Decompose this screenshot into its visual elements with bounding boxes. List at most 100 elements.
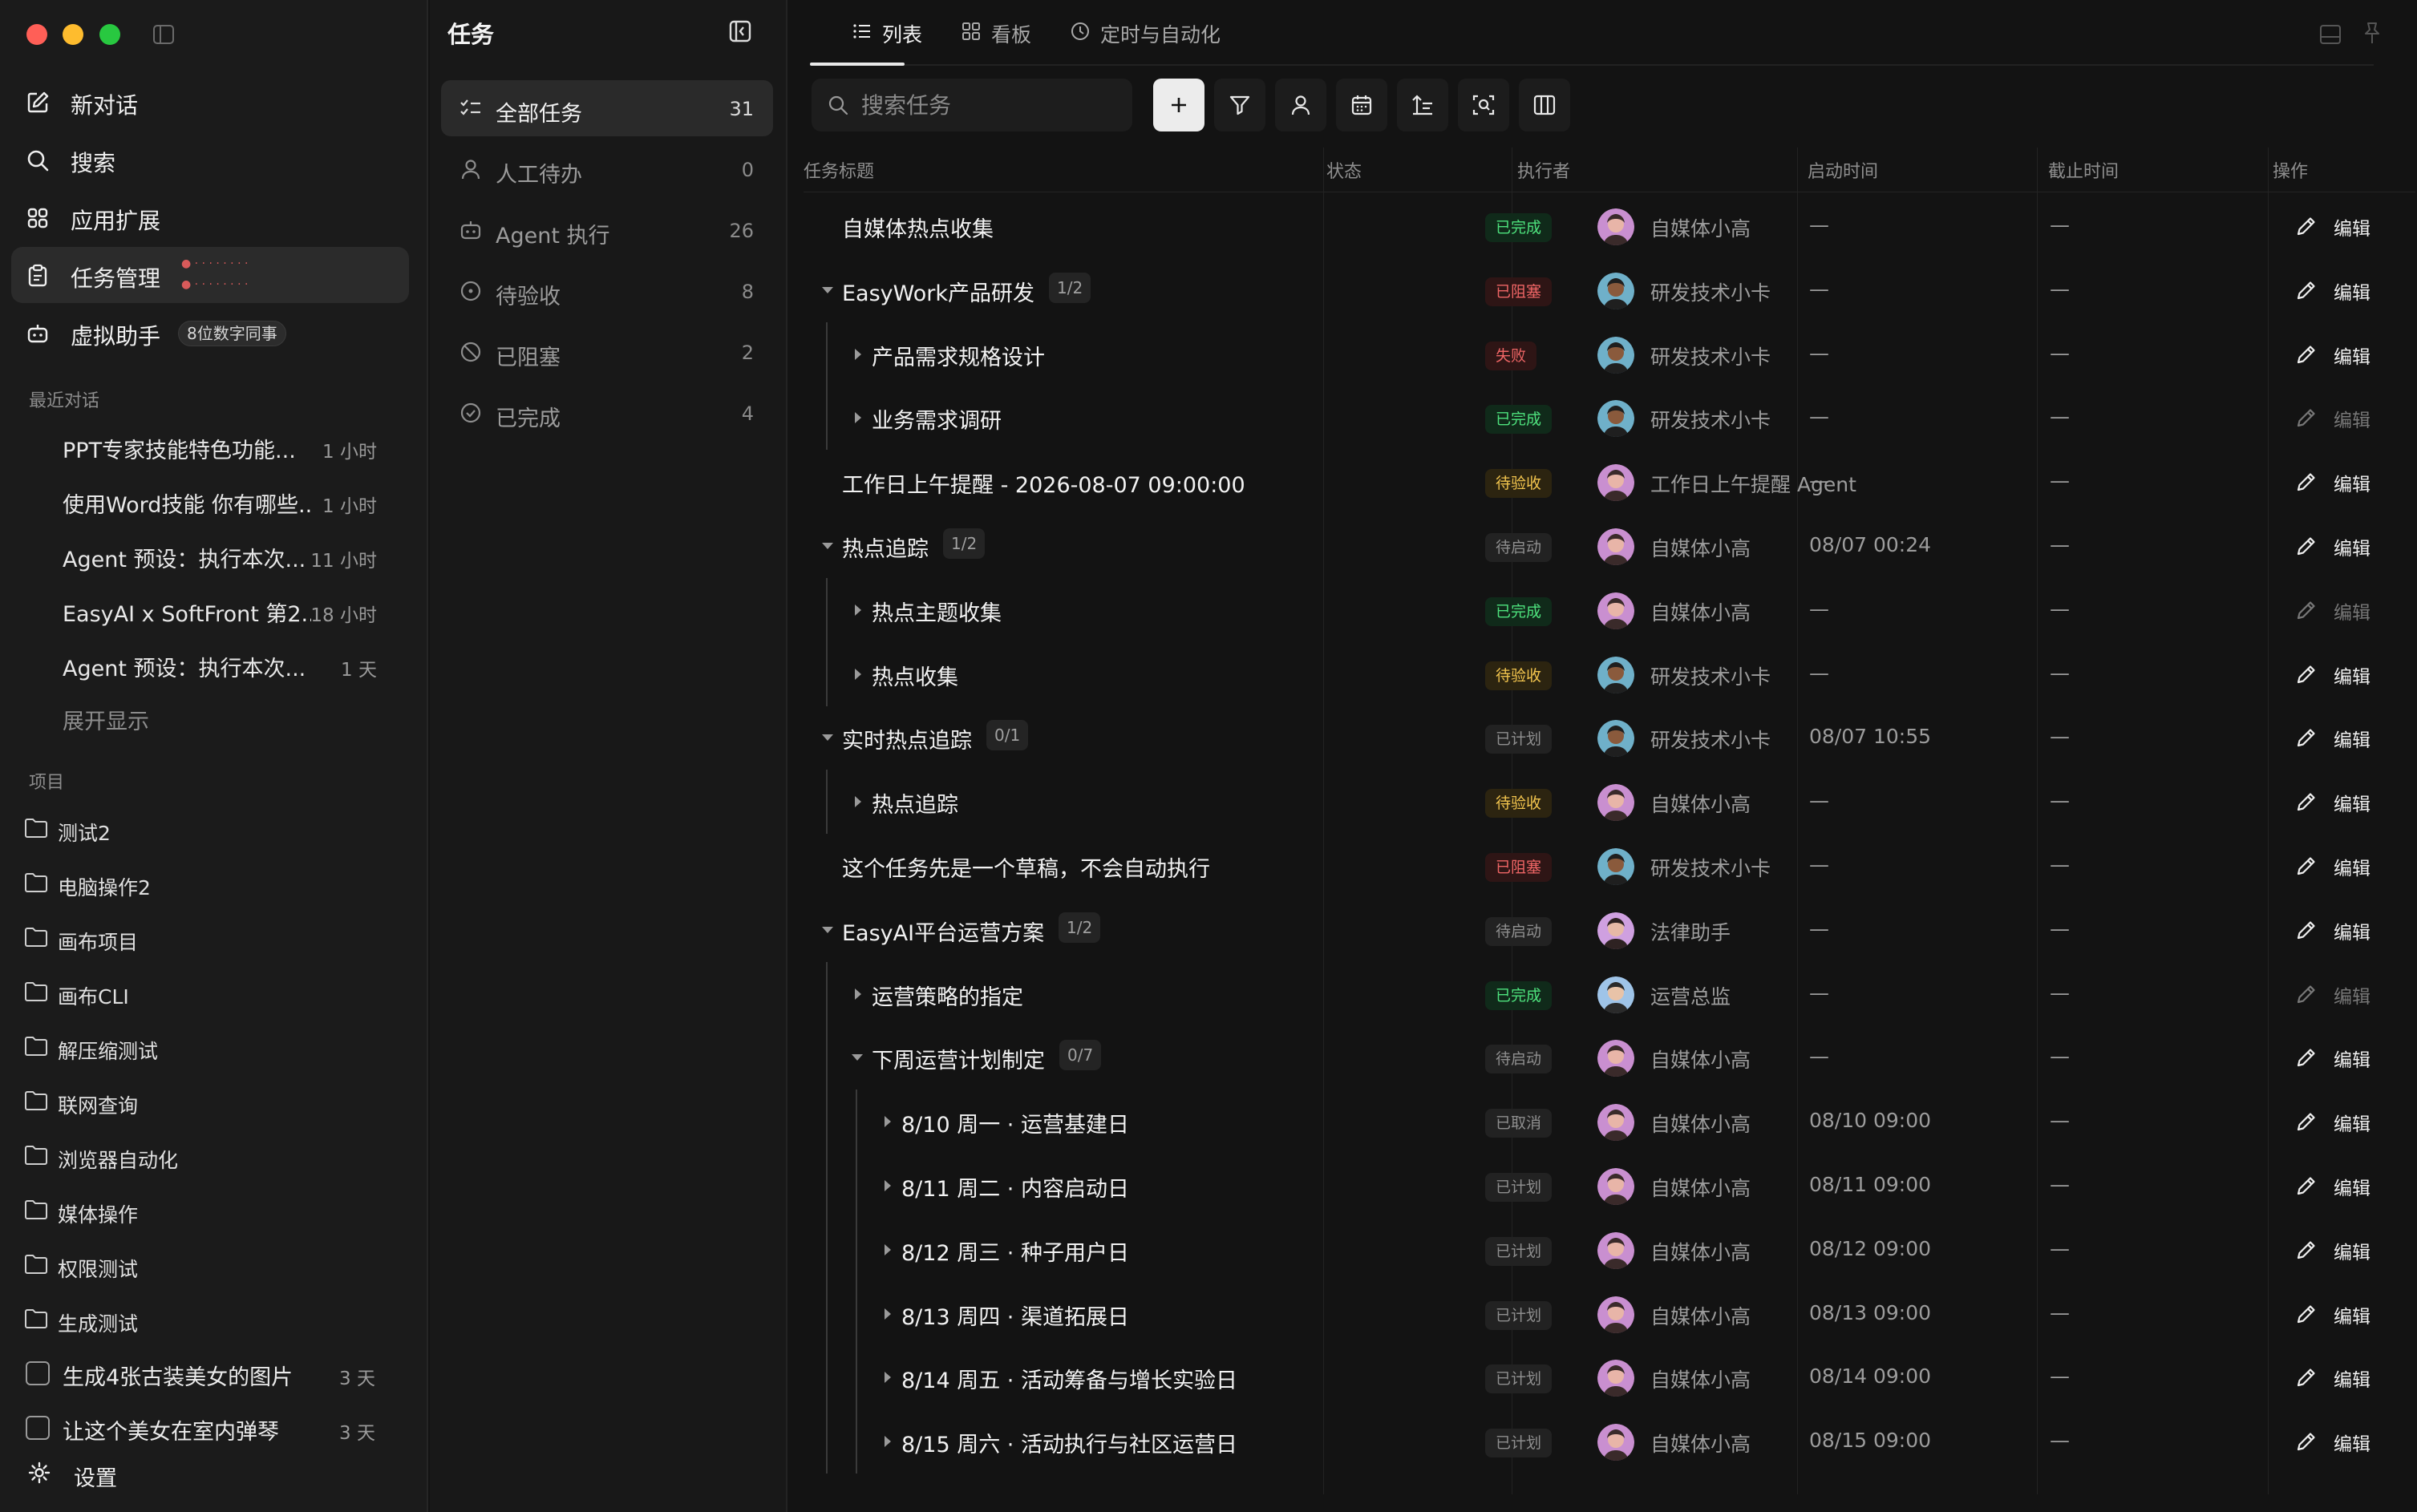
- task-title[interactable]: 热点收集: [872, 660, 958, 691]
- filter-button[interactable]: [1214, 79, 1265, 131]
- collapse-caret-icon[interactable]: [820, 730, 836, 746]
- task-title[interactable]: EasyAI平台运营方案: [842, 916, 1044, 947]
- filter-blocked[interactable]: 已阻塞 2: [441, 324, 773, 380]
- table-row[interactable]: 实时热点追踪 已计划 研发技术小卡 08/07 10:55 — 编辑 0/1: [804, 705, 2415, 770]
- project-item[interactable]: 联网查询: [22, 1081, 407, 1119]
- expand-caret-icon[interactable]: [849, 346, 865, 362]
- header-title[interactable]: 任务标题: [804, 157, 874, 183]
- task-title[interactable]: 下周运营计划制定: [872, 1043, 1045, 1074]
- expand-caret-icon[interactable]: [849, 986, 865, 1002]
- project-item[interactable]: 画布项目: [22, 917, 407, 956]
- sidebar-task-item[interactable]: 让这个美女在室内弹琴 3 天: [22, 1406, 375, 1446]
- filter-all-tasks[interactable]: 全部任务 31: [441, 80, 773, 136]
- nav-virtual-assistant[interactable]: 虚拟助手 8位数字同事: [11, 305, 409, 361]
- task-title[interactable]: 实时热点追踪: [842, 723, 972, 754]
- edit-button[interactable]: 编辑: [2294, 1106, 2398, 1138]
- edit-button[interactable]: 编辑: [2294, 850, 2398, 882]
- edit-button[interactable]: 编辑: [2294, 338, 2398, 370]
- edit-button[interactable]: 编辑: [2294, 1041, 2398, 1073]
- columns-button[interactable]: [1519, 79, 1570, 131]
- recent-chat-item[interactable]: Agent 预设：执行本次... 11 小时: [63, 534, 377, 574]
- project-item[interactable]: 生成测试: [22, 1299, 407, 1337]
- collapse-caret-icon[interactable]: [820, 282, 836, 298]
- edit-button[interactable]: 编辑: [2294, 1361, 2398, 1393]
- edit-button[interactable]: 编辑: [2294, 402, 2398, 434]
- nav-apps[interactable]: 应用扩展: [11, 189, 409, 245]
- task-title[interactable]: 8/11 周二 · 内容启动日: [901, 1171, 1129, 1203]
- expand-caret-icon[interactable]: [879, 1178, 895, 1194]
- header-start-time[interactable]: 启动时间: [1808, 157, 1878, 183]
- table-row[interactable]: 这个任务先是一个草稿，不会自动执行 已阻塞 研发技术小卡 — — 编辑: [804, 834, 2415, 898]
- task-title[interactable]: 8/10 周一 · 运营基建日: [901, 1107, 1129, 1138]
- task-title[interactable]: 业务需求调研: [872, 403, 1002, 435]
- task-title[interactable]: 8/14 周五 · 活动筹备与增长实验日: [901, 1363, 1237, 1394]
- recent-chat-item[interactable]: 使用Word技能 你有哪些... 1 小时: [63, 479, 377, 519]
- filter-manual-todo[interactable]: 人工待办 0: [441, 141, 773, 197]
- table-row[interactable]: 8/14 周五 · 活动筹备与增长实验日 已计划 自媒体小高 08/14 09:00 —…: [804, 1345, 2415, 1410]
- expand-caret-icon[interactable]: [879, 1114, 895, 1130]
- task-title[interactable]: 8/12 周三 · 种子用户日: [901, 1235, 1129, 1267]
- expand-caret-icon[interactable]: [849, 410, 865, 426]
- task-title[interactable]: 自媒体热点收集: [842, 212, 994, 243]
- nav-new-chat[interactable]: 新对话: [11, 74, 409, 130]
- table-row[interactable]: 下周运营计划制定 待启动 自媒体小高 — — 编辑 0/7: [804, 1025, 2415, 1090]
- tab-schedule-automation[interactable]: 定时与自动化: [1070, 18, 1230, 50]
- sidebar-task-item[interactable]: 生成4张古装美女的图片 3 天: [22, 1352, 375, 1392]
- close-window-button[interactable]: [26, 24, 47, 45]
- sidebar-toggle-icon[interactable]: [152, 24, 175, 45]
- task-title[interactable]: 产品需求规格设计: [872, 340, 1045, 371]
- edit-button[interactable]: 编辑: [2294, 1298, 2398, 1330]
- task-title[interactable]: 8/15 周六 · 活动执行与社区运营日: [901, 1427, 1237, 1458]
- task-title[interactable]: 8/13 周四 · 渠道拓展日: [901, 1300, 1129, 1331]
- task-title[interactable]: 热点追踪: [842, 532, 929, 563]
- project-item[interactable]: 画布CLI: [22, 972, 407, 1010]
- table-row[interactable]: 8/10 周一 · 运营基建日 已取消 自媒体小高 08/10 09:00 — 编辑: [804, 1090, 2415, 1154]
- filter-completed[interactable]: 已完成 4: [441, 385, 773, 441]
- collapse-panel-icon[interactable]: [728, 19, 752, 43]
- task-title[interactable]: EasyWork产品研发: [842, 276, 1034, 307]
- add-task-button[interactable]: [1153, 79, 1204, 131]
- tab-list[interactable]: 列表: [852, 18, 932, 50]
- table-row[interactable]: 工作日上午提醒 - 2026-08-07 09:00:00 待验收 工作日上午提醒 …: [804, 450, 2415, 514]
- project-item[interactable]: 解压缩测试: [22, 1026, 407, 1065]
- expand-recent-link[interactable]: 展开显示: [63, 704, 149, 735]
- project-item[interactable]: 浏览器自动化: [22, 1135, 407, 1174]
- recent-chat-item[interactable]: EasyAI x SoftFront 第2... 18 小时: [63, 588, 377, 629]
- edit-button[interactable]: 编辑: [2294, 1234, 2398, 1266]
- pin-icon[interactable]: [2361, 21, 2383, 45]
- recent-chat-item[interactable]: Agent 预设：执行本次... 1 天: [63, 643, 377, 683]
- nav-search[interactable]: 搜索: [11, 131, 409, 188]
- table-row[interactable]: 8/12 周三 · 种子用户日 已计划 自媒体小高 08/12 09:00 — 编辑: [804, 1217, 2415, 1282]
- table-row[interactable]: 热点收集 待验收 研发技术小卡 — — 编辑: [804, 641, 2415, 706]
- table-row[interactable]: 自媒体热点收集 已完成 自媒体小高 — — 编辑: [804, 194, 2415, 258]
- nav-task-management[interactable]: 任务管理 ● · · · · · · · · ● · · · · · · · ·: [11, 247, 409, 303]
- header-assignee[interactable]: 执行者: [1517, 157, 1570, 183]
- expand-caret-icon[interactable]: [849, 794, 865, 810]
- table-row[interactable]: 热点追踪 待启动 自媒体小高 08/07 00:24 — 编辑 1/2: [804, 514, 2415, 578]
- table-row[interactable]: 8/15 周六 · 活动执行与社区运营日 已计划 自媒体小高 08/15 09:00 —…: [804, 1409, 2415, 1474]
- task-title[interactable]: 运营策略的指定: [872, 980, 1023, 1011]
- filter-pending-review[interactable]: 待验收 8: [441, 263, 773, 319]
- table-row[interactable]: 8/11 周二 · 内容启动日 已计划 自媒体小高 08/11 09:00 — 编辑: [804, 1154, 2415, 1218]
- edit-button[interactable]: 编辑: [2294, 914, 2398, 946]
- project-item[interactable]: 权限测试: [22, 1244, 407, 1283]
- recent-chat-item[interactable]: PPT专家技能特色功能... 1 小时: [63, 425, 377, 465]
- collapse-caret-icon[interactable]: [820, 922, 836, 938]
- edit-button[interactable]: 编辑: [2294, 210, 2398, 242]
- task-title[interactable]: 热点追踪: [872, 787, 958, 819]
- sort-button[interactable]: [1397, 79, 1448, 131]
- edit-button[interactable]: 编辑: [2294, 978, 2398, 1010]
- collapse-caret-icon[interactable]: [849, 1049, 865, 1065]
- minimize-window-button[interactable]: [63, 24, 83, 45]
- expand-caret-icon[interactable]: [879, 1433, 895, 1449]
- panel-layout-icon[interactable]: [2319, 24, 2342, 45]
- expand-caret-icon[interactable]: [849, 666, 865, 682]
- table-row[interactable]: 产品需求规格设计 失败 研发技术小卡 — — 编辑: [804, 321, 2415, 386]
- expand-caret-icon[interactable]: [849, 602, 865, 618]
- task-title[interactable]: 这个任务先是一个草稿，不会自动执行: [842, 851, 1210, 883]
- task-checkbox[interactable]: [26, 1416, 50, 1440]
- task-checkbox[interactable]: [26, 1361, 50, 1385]
- assignee-filter-button[interactable]: [1275, 79, 1326, 131]
- table-row[interactable]: 运营策略的指定 已完成 运营总监 — — 编辑: [804, 961, 2415, 1026]
- expand-caret-icon[interactable]: [879, 1242, 895, 1258]
